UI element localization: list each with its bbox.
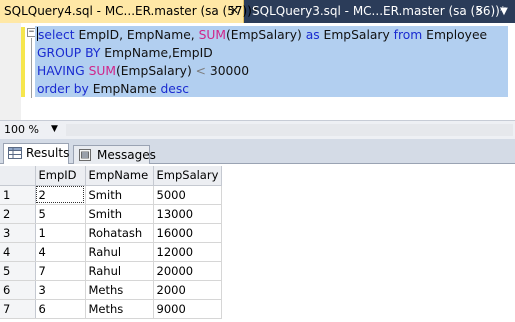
grid-cell[interactable]: 12000 [153,242,223,262]
table-row: 2 5 Smith 13000 [0,204,223,224]
grid-cell[interactable]: Meths [85,299,154,319]
code-token: from [393,28,423,42]
tab-overflow-dropdown-icon[interactable]: ▼ [493,0,515,23]
chevron-down-icon: ▼ [51,124,58,134]
code-token: desc [160,82,189,96]
column-header-empid[interactable]: EmpID [35,166,86,186]
tab-title: SQLQuery4.sql - MC...ER.master (sa (57))… [4,4,258,18]
row-number[interactable]: 5 [0,261,36,281]
grid-cell[interactable]: 3 [35,280,86,300]
code-token: SUM [88,64,116,78]
grid-cell[interactable]: Smith [85,204,154,224]
close-icon[interactable]: ✕ [475,0,484,22]
tab-sqlquery4[interactable]: SQLQuery4.sql - MC...ER.master (sa (57))… [0,0,258,23]
code-line[interactable]: HAVING SUM(EmpSalary) < 30000 [37,63,487,81]
grid-cell[interactable]: 4 [35,242,86,262]
code-token: GROUP BY [37,46,101,60]
grid-cell[interactable]: 13000 [153,204,223,224]
code-lines: select EmpID, EmpName, SUM(EmpSalary) as… [37,27,487,99]
zoom-select[interactable]: 100 % ▼ [2,122,64,138]
grid-cell[interactable]: 9000 [153,299,223,319]
code-token: EmpName [88,82,161,96]
tab-messages-label: Messages [97,148,156,162]
table-row: 7 6 Meths 9000 [0,299,223,319]
results-grid-area: EmpID EmpName EmpSalary 1 2 Smith 5000 2… [0,164,515,322]
code-line[interactable]: order by EmpName desc [37,81,487,99]
code-token: EmpSalary [319,28,394,42]
code-token: Employee [422,28,488,42]
grid-cell[interactable]: 16000 [153,223,223,243]
row-number[interactable]: 4 [0,242,36,262]
column-header-empname[interactable]: EmpName [85,166,154,186]
code-token: HAVING [37,64,85,78]
tab-messages[interactable]: Messages [73,145,156,165]
grid-corner-header[interactable] [0,166,36,186]
table-row: 6 3 Meths 2000 [0,280,223,300]
row-number[interactable]: 2 [0,204,36,224]
code-line[interactable]: GROUP BY EmpName,EmpID [37,45,487,63]
table-row: 3 1 Rohatash 16000 [0,223,223,243]
code-token: SUM [198,28,226,42]
editor-margin [0,23,21,120]
horizontal-scrollbar[interactable] [66,124,513,136]
row-number[interactable]: 7 [0,299,36,319]
zoom-bar: 100 % ▼ [0,120,515,139]
grid-cell[interactable]: 1 [35,223,86,243]
changed-lines-indicator [21,27,25,97]
table-row: 4 4 Rahul 12000 [0,242,223,262]
column-header-empsalary[interactable]: EmpSalary [153,166,223,186]
table-row: 1 2 Smith 5000 [0,185,223,205]
document-tab-bar: SQLQuery4.sql - MC...ER.master (sa (57))… [0,0,515,23]
code-token: as [305,28,320,42]
messages-icon [79,149,91,161]
code-token: (EmpSalary) [226,28,306,42]
grid-cell[interactable]: 5 [35,204,86,224]
grid-cell[interactable]: 20000 [153,261,223,281]
code-token: order by [37,82,89,96]
tab-results-label: Results [26,146,70,160]
grid-cell[interactable]: 6 [35,299,86,319]
code-token: EmpName,EmpID [100,46,213,60]
query-editor[interactable]: − select EmpID, EmpName, SUM(EmpSalary) … [0,23,515,120]
outline-guide [31,38,32,98]
grid-cell[interactable]: Meths [85,280,154,300]
grid-icon [8,147,22,159]
table-row: 5 7 Rahul 20000 [0,261,223,281]
code-line[interactable]: select EmpID, EmpName, SUM(EmpSalary) as… [37,27,487,45]
tab-sqlquery3[interactable]: SQLQuery3.sql - MC...ER.master (sa (56))… [248,0,506,23]
results-grid: EmpID EmpName EmpSalary 1 2 Smith 5000 2… [0,166,223,319]
grid-cell[interactable]: 2 [35,185,86,205]
row-number[interactable]: 1 [0,185,36,205]
code-token: select [38,28,75,42]
code-token: EmpID, EmpName, [74,28,199,42]
grid-cell[interactable]: 5000 [153,185,223,205]
tab-title: SQLQuery3.sql - MC...ER.master (sa (56))… [252,4,506,18]
close-icon[interactable]: ✕ [230,0,239,22]
grid-cell[interactable]: 2000 [153,280,223,300]
code-token: < [195,64,206,78]
tab-results[interactable]: Results [3,143,69,165]
grid-cell[interactable]: Rahul [85,242,154,262]
grid-cell[interactable]: Rohatash [85,223,154,243]
row-number[interactable]: 3 [0,223,36,243]
code-token: (EmpSalary) [115,64,196,78]
results-tab-bar: Results Messages [0,139,515,165]
row-number[interactable]: 6 [0,280,36,300]
grid-cell[interactable]: Rahul [85,261,154,281]
code-token: 30000 [205,64,250,78]
zoom-value: 100 % [4,123,39,136]
grid-cell[interactable]: Smith [85,185,154,205]
grid-cell[interactable]: 7 [35,261,86,281]
grid-header-row: EmpID EmpName EmpSalary [0,166,223,186]
